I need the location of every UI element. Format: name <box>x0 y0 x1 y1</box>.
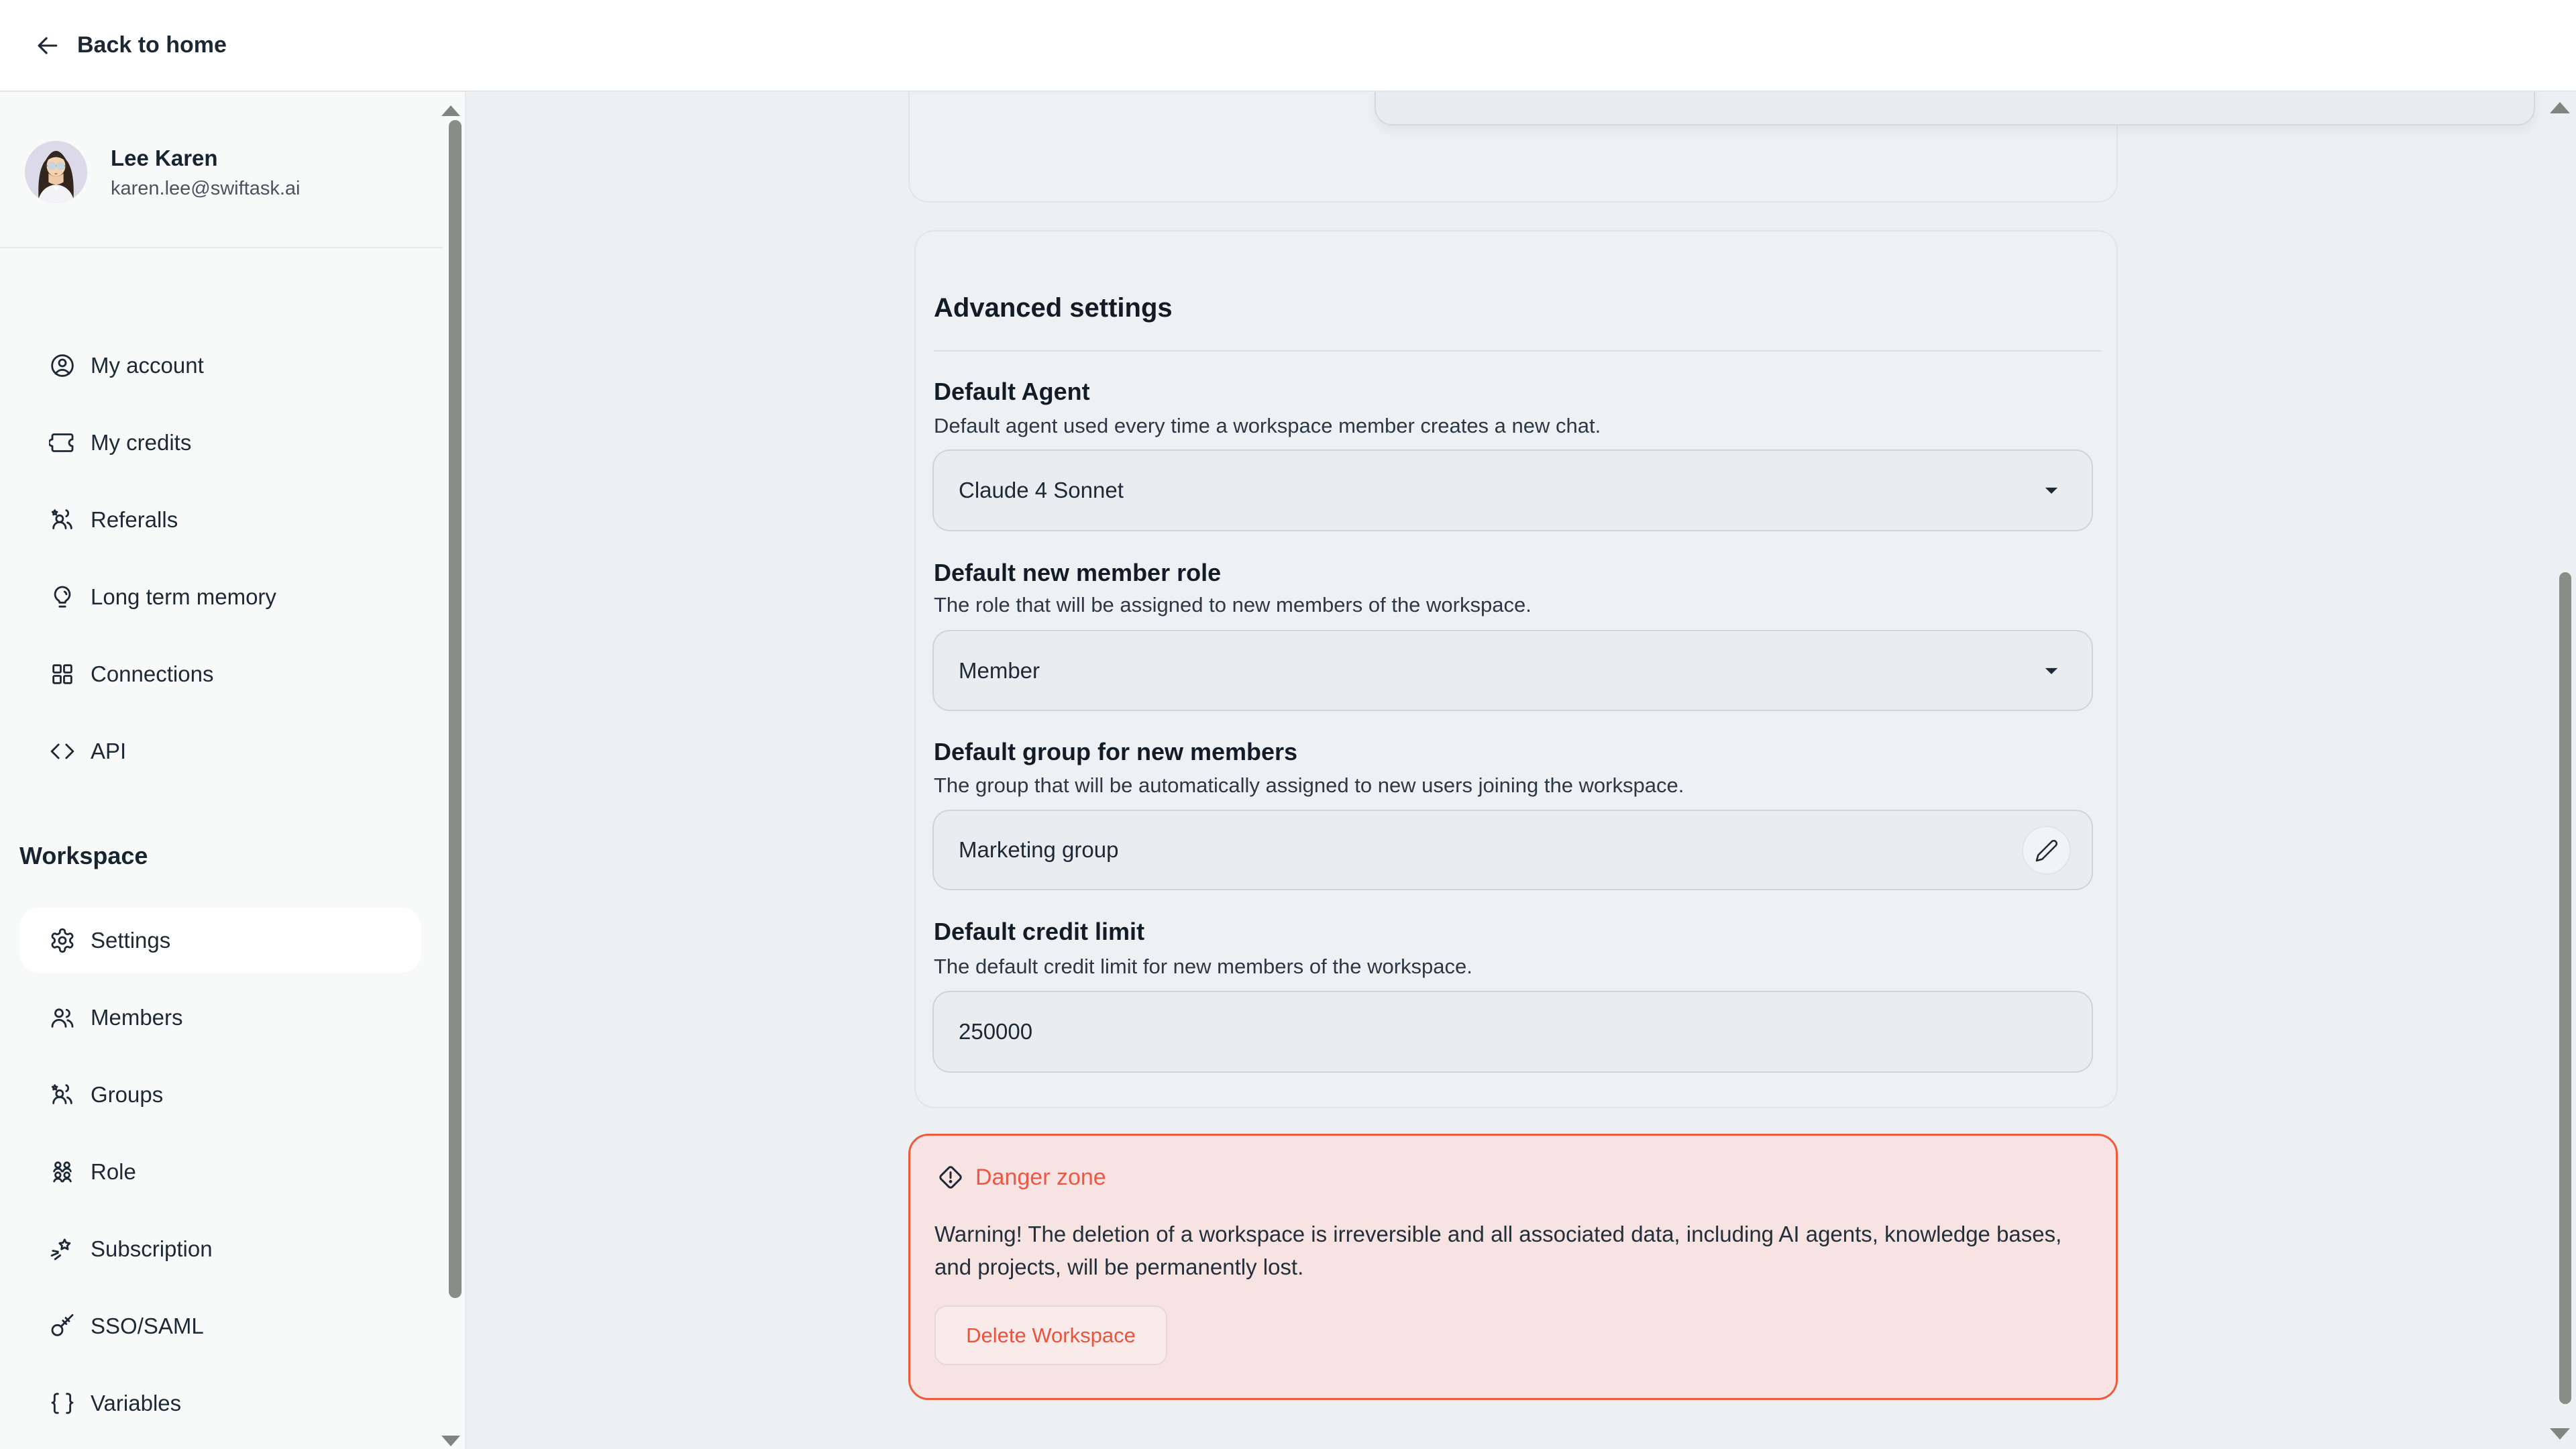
sidebar-item-label: Settings <box>91 927 171 953</box>
sidebar-divider <box>0 247 443 248</box>
sidebar-item-my-credits[interactable]: My credits <box>0 404 443 481</box>
section-divider <box>934 350 2101 352</box>
sidebar-scrollbar-thumb[interactable] <box>449 120 462 1298</box>
main-scrollbar-down-arrow[interactable] <box>2550 1428 2570 1440</box>
danger-zone-warning: Warning! The deletion of a workspace is … <box>934 1222 2062 1279</box>
back-to-home-label: Back to home <box>77 32 227 58</box>
sidebar-item-label: SSO/SAML <box>91 1313 204 1338</box>
credit-limit-label: Default credit limit <box>934 918 1145 945</box>
ticket-icon <box>49 433 74 452</box>
workspace-nav: Settings Members Groups Role Subscriptio… <box>0 902 443 1442</box>
sidebar-scrollbar-down-arrow[interactable] <box>441 1436 460 1446</box>
back-to-home-button[interactable]: Back to home <box>33 0 227 91</box>
shooting-star-icon <box>50 1238 71 1260</box>
user-email: karen.lee@swiftask.ai <box>111 178 301 199</box>
sidebar-item-label: API <box>91 738 127 763</box>
lightbulb-icon <box>54 586 71 608</box>
sidebar-item-label: Long term memory <box>91 584 276 609</box>
grid-icon <box>52 663 72 684</box>
default-agent-description: Default agent used every time a workspac… <box>934 414 1601 437</box>
default-group-description: The group that will be automatically ass… <box>934 773 1684 797</box>
members-icon <box>51 1008 74 1028</box>
workspace-settings-page: Back to home Lee Karen karen.lee@swiftas… <box>0 0 2576 1449</box>
member-role-description: The role that will be assigned to new me… <box>934 593 1532 616</box>
workspace-section-label: Workspace <box>19 842 148 869</box>
sidebar-item-api[interactable]: API <box>0 712 443 790</box>
chevron-down-icon <box>2045 487 2058 494</box>
danger-zone-header: Danger zone <box>936 1163 1106 1191</box>
main-scrollbar-thumb[interactable] <box>2559 572 2571 1404</box>
braces-icon <box>51 1392 74 1414</box>
default-agent-label: Default Agent <box>934 378 1090 405</box>
groups-icon <box>51 1083 72 1104</box>
default-group-label: Default group for new members <box>934 738 1298 765</box>
danger-zone-card: Danger zone Warning! The deletion of a w… <box>908 1134 2118 1400</box>
default-agent-select[interactable]: Claude 4 Sonnet <box>932 449 2093 531</box>
edit-group-button[interactable] <box>2022 826 2071 875</box>
sidebar: Lee Karen karen.lee@swiftask.ai My accou… <box>0 92 466 1449</box>
member-role-select[interactable]: Member <box>932 630 2093 711</box>
sidebar-item-sso-saml[interactable]: SSO/SAML <box>0 1287 443 1364</box>
delete-workspace-button[interactable]: Delete Workspace <box>934 1305 1167 1365</box>
sidebar-item-role[interactable]: Role <box>0 1133 443 1210</box>
account-nav: My account My credits Referalls Long ter… <box>0 327 443 790</box>
default-group-value: Marketing group <box>959 837 1119 862</box>
avatar <box>25 141 87 203</box>
sidebar-item-label: My account <box>91 352 204 378</box>
avatar-illustration <box>25 141 87 203</box>
sidebar-item-label: My credits <box>91 429 192 455</box>
user-circle-icon <box>51 354 74 377</box>
sidebar-item-groups[interactable]: Groups <box>0 1056 443 1133</box>
sidebar-item-members[interactable]: Members <box>0 979 443 1056</box>
sidebar-item-label: Connections <box>91 661 214 686</box>
sidebar-item-long-term-memory[interactable]: Long term memory <box>0 558 443 635</box>
default-group-field[interactable]: Marketing group <box>932 810 2093 890</box>
arrow-left-icon <box>38 36 58 54</box>
member-role-label: Default new member role <box>934 559 1222 586</box>
sidebar-item-my-account[interactable]: My account <box>0 327 443 404</box>
code-icon <box>50 743 74 759</box>
users-star-icon <box>51 508 72 529</box>
main-content: Advanced settings Default Agent Default … <box>466 92 2576 1449</box>
sidebar-item-label: Referalls <box>91 506 178 532</box>
sidebar-item-label: Role <box>91 1159 136 1184</box>
pencil-icon <box>2035 839 2057 861</box>
role-users-icon <box>53 1161 72 1182</box>
sidebar-item-label: Members <box>91 1004 183 1030</box>
sidebar-item-settings[interactable]: Settings <box>0 902 443 979</box>
sidebar-item-label: Subscription <box>91 1236 213 1261</box>
danger-zone-title: Danger zone <box>975 1164 1106 1190</box>
main-scrollbar-up-arrow[interactable] <box>2550 102 2570 113</box>
chat-input-card <box>908 92 2535 203</box>
gear-icon <box>51 928 74 953</box>
chat-input[interactable] <box>1375 92 2535 125</box>
key-icon <box>51 1313 74 1336</box>
credit-limit-description: The default credit limit for new members… <box>934 955 1472 978</box>
chevron-down-icon <box>2045 667 2058 674</box>
advanced-settings-title: Advanced settings <box>934 293 1173 323</box>
advanced-settings-card: Advanced settings Default Agent Default … <box>914 230 2118 1108</box>
member-role-value: Member <box>959 657 1040 683</box>
sidebar-item-variables[interactable]: Variables <box>0 1364 443 1442</box>
sidebar-item-subscription[interactable]: Subscription <box>0 1210 443 1287</box>
sidebar-scrollbar-up-arrow[interactable] <box>441 105 460 116</box>
topbar: Back to home <box>0 0 2576 92</box>
user-name: Lee Karen <box>111 146 218 170</box>
sidebar-item-label: Variables <box>91 1390 182 1415</box>
default-agent-value: Claude 4 Sonnet <box>959 478 1124 502</box>
credit-limit-input[interactable] <box>932 991 2093 1073</box>
alert-diamond-icon <box>939 1166 962 1189</box>
sidebar-item-connections[interactable]: Connections <box>0 635 443 712</box>
sidebar-item-referalls[interactable]: Referalls <box>0 481 443 558</box>
sidebar-item-label: Groups <box>91 1081 164 1107</box>
